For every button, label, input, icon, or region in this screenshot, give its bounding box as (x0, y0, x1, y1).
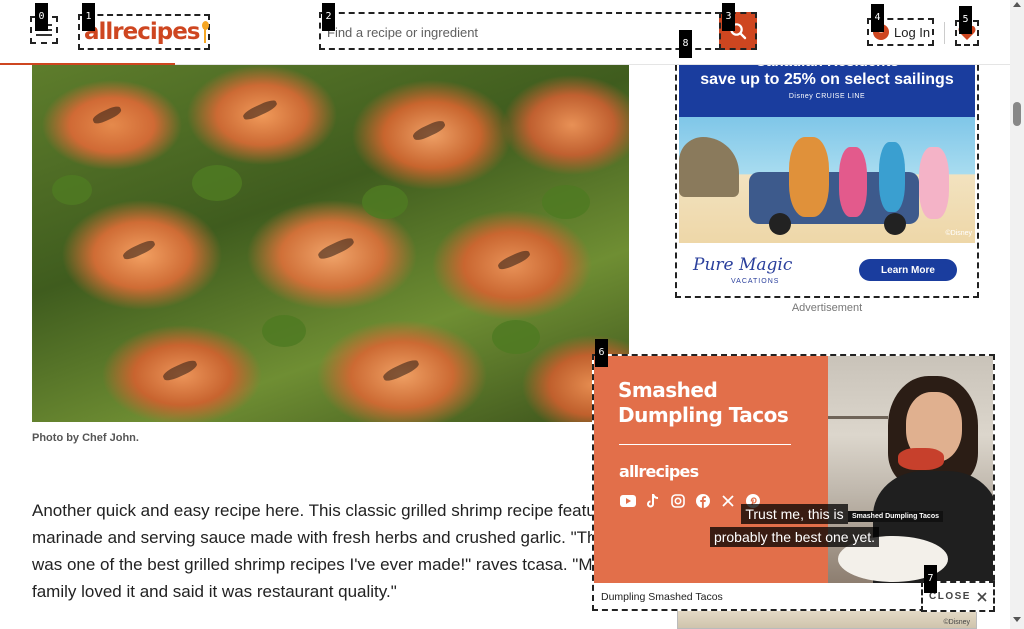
close-icon (977, 591, 987, 602)
photo-caption: Photo by Chef John. (32, 432, 139, 444)
element-label: 3 (722, 3, 735, 31)
scrollbar-thumb[interactable] (1013, 102, 1021, 126)
subtitle-line: probably the best one yet. (709, 527, 880, 547)
video-subtitle: probably the best one yet. (594, 527, 993, 547)
video-caption: Dumpling Smashed Tacos (601, 591, 723, 603)
ad-brand: Disney CRUISE LINE (788, 93, 866, 100)
video-divider (619, 444, 791, 445)
disney-cruise-ad[interactable]: Canadian Residents save up to 25% on sel… (675, 45, 979, 298)
video-frame-host: Smashed Dumpling Tacos (828, 356, 993, 583)
ad-peek-copyright: ©Disney (943, 619, 970, 626)
ad-footer: Pure Magic VACATIONS Learn More (679, 243, 975, 296)
video-title: Smashed Dumpling Tacos (618, 378, 789, 428)
element-label: 0 (35, 3, 48, 31)
login-label: Log In (894, 24, 931, 40)
video-subtitle: Trust me, this is (594, 504, 993, 524)
element-label: 7 (924, 565, 937, 593)
menu-icon-bar (36, 34, 52, 36)
video-title-line: Smashed (618, 378, 718, 402)
element-label: 2 (322, 3, 335, 31)
allrecipes-logo[interactable]: allrecipes (78, 14, 210, 50)
subtitle-line: Trust me, this is (741, 504, 848, 524)
learn-more-button[interactable]: Learn More (859, 259, 957, 281)
intro-line: family loved it and said it was restaura… (32, 582, 397, 601)
element-label: 4 (871, 4, 884, 32)
page-scrollbar[interactable] (1010, 0, 1024, 629)
recipe-photo-grilled-shrimp (32, 65, 629, 422)
video-title-line: Dumpling Tacos (618, 403, 789, 427)
ad-scene-image (679, 117, 975, 243)
video-allrecipes-logo: allrecipes (619, 462, 699, 481)
vacations-label: VACATIONS (731, 278, 780, 285)
header-accent-bar (0, 63, 175, 65)
scroll-up-arrow-icon[interactable] (1013, 2, 1021, 7)
element-label: 8 (679, 30, 692, 58)
intro-line: marinade and serving sauce made with fre… (32, 528, 598, 547)
element-label: 1 (82, 3, 95, 31)
video-title-card: Smashed Dumpling Tacos allrecipes (594, 356, 828, 583)
header-divider (944, 22, 945, 44)
recipe-intro-text: Another quick and easy recipe here. This… (32, 497, 598, 607)
advertisement-label: Advertisement (791, 302, 863, 314)
element-label: 6 (595, 339, 608, 367)
spoon-icon (201, 21, 210, 43)
intro-line: Another quick and easy recipe here. This… (32, 501, 598, 520)
pure-magic-logo: Pure Magic (693, 255, 793, 275)
ad-subheadline: save up to 25% on select sailings (700, 71, 954, 88)
search-box[interactable] (319, 12, 721, 50)
search-input[interactable] (327, 20, 712, 44)
logo-text: allrecipes (84, 19, 201, 45)
scroll-down-arrow-icon[interactable] (1013, 617, 1021, 622)
intro-line: was one of the best grilled shrimp recip… (32, 555, 598, 574)
element-label: 5 (959, 6, 972, 34)
ad-copyright: ©Disney (945, 230, 972, 237)
